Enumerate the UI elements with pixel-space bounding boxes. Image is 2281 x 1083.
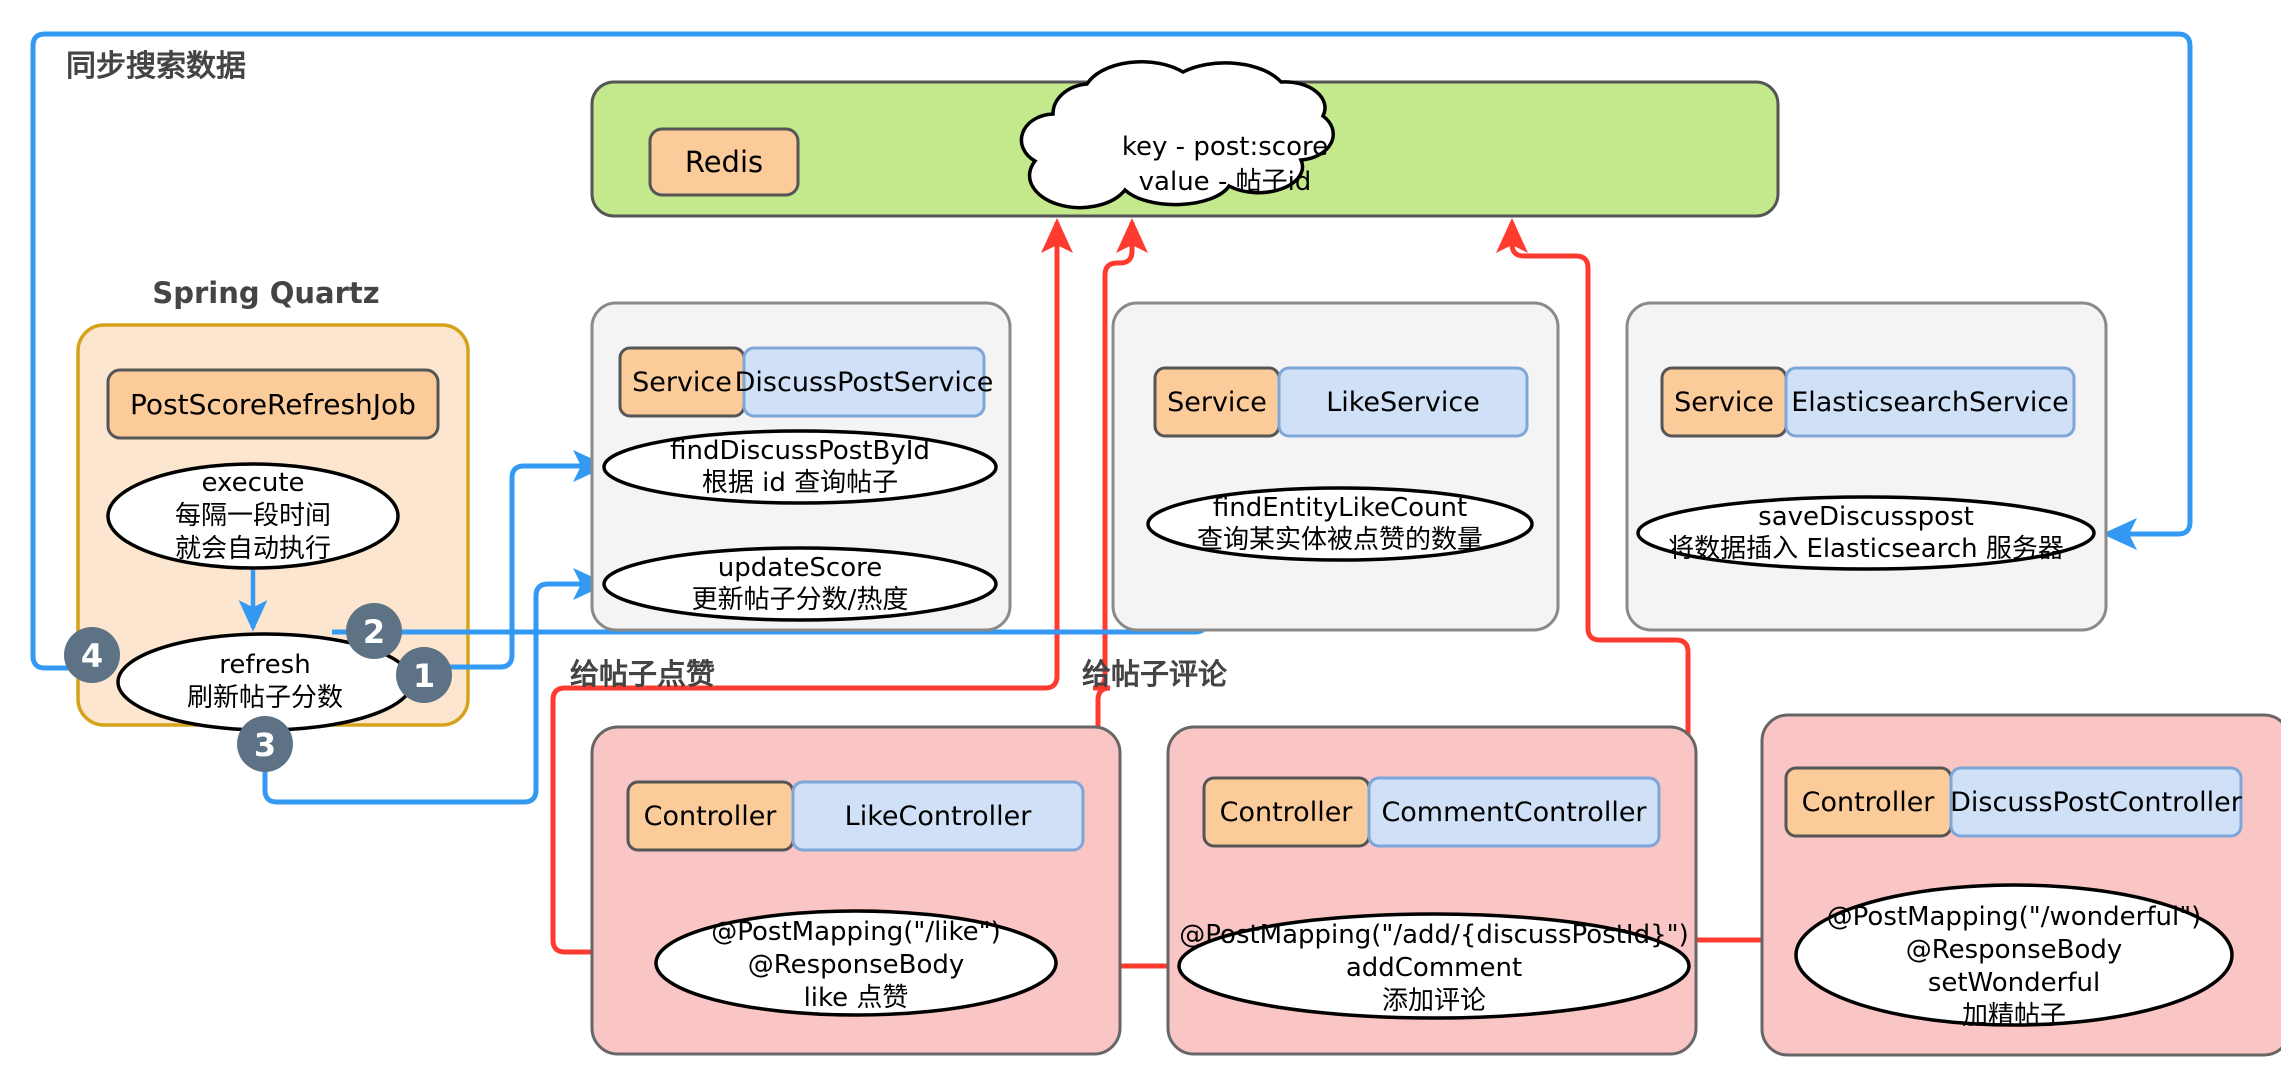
badge-4: 4 [64,627,120,683]
commentcontroller-line-1: @PostMapping("/add/{discussPostId}") [1179,920,1688,950]
method-updatescore-name: updateScore [718,553,882,583]
group-label-like-post: 给帖子点赞 [570,657,715,691]
method-findentitylikecount-desc: 查询某实体被点赞的数量 [1197,525,1483,555]
discusspostcontroller-line-3: setWonderful [1928,968,2100,998]
method-savediscusspost-name: saveDiscusspost [1758,502,1974,532]
method-refresh-name: refresh [219,650,310,680]
method-refresh-desc1: 刷新帖子分数 [187,683,343,713]
cloud-line-2: value - 帖子id [1139,167,1312,197]
class-likeservice-label: LikeService [1326,387,1480,418]
method-savediscusspost-desc: 将数据插入 Elasticsearch 服务器 [1668,534,2064,564]
diagram-canvas: Redis key - post:score value - 帖子id Spri… [0,0,2281,1083]
method-execute-name: execute [201,468,304,498]
class-likecontroller-label: LikeController [845,801,1033,832]
spring-quartz-label: Spring Quartz [152,276,379,310]
badge-3: 3 [237,716,293,772]
class-discusspostcontroller-label: DiscussPostController [1950,787,2243,818]
method-finddiscusspostbyid-name: findDiscussPostById [670,436,930,466]
redis-box-label: Redis [685,145,763,179]
stereotype-controller-1-label: Controller [644,801,778,832]
service-panel-discusspostservice: Service DiscussPostService findDiscussPo… [590,301,1012,632]
service-panel-elasticsearchservice: Service ElasticsearchService saveDiscuss… [1625,301,2108,632]
stereotype-controller-2-label: Controller [1220,797,1354,828]
class-elasticsearchservice-label: ElasticsearchService [1791,387,2069,418]
likecontroller-line-1: @PostMapping("/like") [711,917,1001,947]
likecontroller-line-3: like 点赞 [804,983,909,1013]
stereotype-service-1-label: Service [632,367,732,398]
discusspostcontroller-line-4: 加精帖子 [1962,1001,2066,1031]
commentcontroller-line-2: addComment [1346,953,1522,983]
badge-2-label: 2 [363,613,385,651]
group-label-comment-post: 给帖子评论 [1082,657,1228,691]
badge-1-label: 1 [413,657,435,695]
method-findentitylikecount-name: findEntityLikeCount [1213,493,1467,523]
stereotype-service-2-label: Service [1167,387,1267,418]
method-execute-desc1: 每隔一段时间 [175,501,331,531]
class-discusspostservice-label: DiscussPostService [735,367,994,398]
stereotype-service-3-label: Service [1674,387,1774,418]
likecontroller-line-2: @ResponseBody [748,950,965,980]
badge-3-label: 3 [254,726,276,764]
stereotype-controller-3-label: Controller [1802,787,1936,818]
controller-panel-commentcontroller: Controller CommentController @PostMappin… [1166,725,1698,1056]
controller-panel-discusspostcontroller: Controller DiscussPostController @PostMa… [1760,713,2281,1057]
discusspostcontroller-line-2: @ResponseBody [1906,935,2123,965]
method-updatescore-desc: 更新帖子分数/热度 [692,585,909,615]
discusspostcontroller-line-1: @PostMapping("/wonderful") [1827,902,2202,932]
cloud-line-1: key - post:score [1122,132,1328,162]
badge-2: 2 [346,603,402,659]
postscorerefreshjob-label: PostScoreRefreshJob [130,388,416,421]
method-execute-desc2: 就会自动执行 [175,534,331,564]
group-label-sync-search: 同步搜索数据 [66,49,246,84]
commentcontroller-line-3: 添加评论 [1382,986,1486,1016]
badge-4-label: 4 [81,637,103,675]
redis-panel: Redis key - post:score value - 帖子id [590,60,1780,218]
service-panel-likeservice: Service LikeService findEntityLikeCount … [1111,301,1560,632]
badge-1: 1 [396,647,452,703]
controller-panel-likecontroller: Controller LikeController @PostMapping("… [590,725,1122,1056]
class-commentcontroller-label: CommentController [1381,797,1647,828]
method-finddiscusspostbyid-desc: 根据 id 查询帖子 [702,468,898,498]
